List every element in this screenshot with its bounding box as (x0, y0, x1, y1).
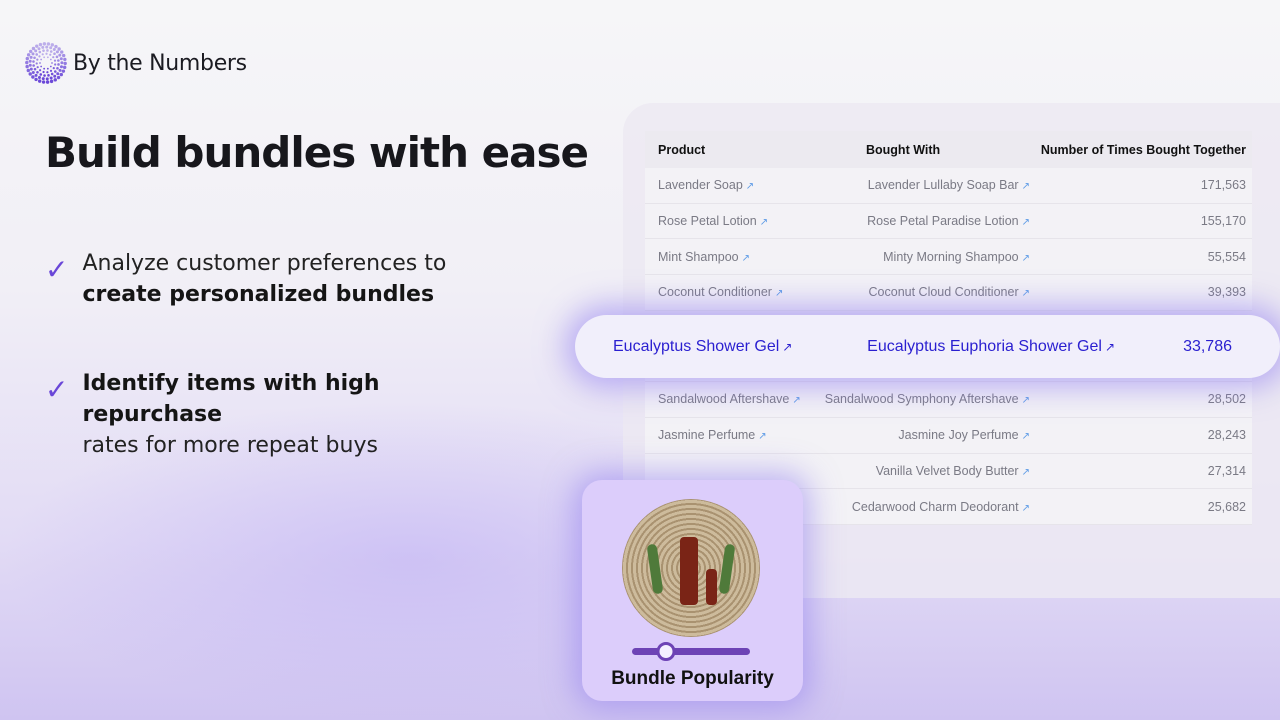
product-cell[interactable]: Sandalwood Aftershave ↗ (645, 392, 815, 406)
product-link[interactable]: Mint Shampoo (658, 250, 739, 264)
bought-with-link[interactable]: Jasmine Joy Perfume (898, 428, 1018, 442)
external-link-icon[interactable]: ↗ (775, 288, 783, 299)
card-label: Bundle Popularity (611, 668, 774, 689)
count-cell: 28,502 (1207, 392, 1246, 407)
bought-with-link[interactable]: Cedarwood Charm Deodorant (852, 500, 1019, 514)
external-link-icon[interactable]: ↗ (782, 340, 792, 354)
external-link-icon[interactable]: ↗ (1022, 181, 1030, 192)
table-row: Coconut Conditioner ↗ Coconut Cloud Condi… (645, 275, 1252, 311)
bought-with-cell[interactable]: Sandalwood Symphony Aftershave ↗ (815, 392, 1030, 406)
bought-with-cell[interactable]: Jasmine Joy Perfume ↗ (815, 428, 1030, 442)
external-link-icon[interactable]: ↗ (1022, 431, 1030, 442)
product-link[interactable]: Rose Petal Lotion (658, 214, 757, 228)
bought-with-cell[interactable]: Coconut Cloud Conditioner ↗ (815, 285, 1030, 299)
count-cell: 171,563 (1200, 178, 1246, 193)
brand-logo: By the Numbers (25, 41, 247, 85)
brand-name: By the Numbers (73, 50, 247, 76)
header-product: Product (658, 142, 706, 157)
external-link-icon[interactable]: ↗ (1022, 288, 1030, 299)
bullet-bold: Identify items with high repurchase (82, 371, 380, 427)
check-icon: ✓ (45, 373, 69, 406)
leaf-left (646, 543, 664, 595)
external-link-icon[interactable]: ↗ (758, 431, 766, 442)
logo-icon (25, 42, 67, 84)
product-link[interactable]: Eucalyptus Shower Gel (613, 338, 779, 355)
header-bought-with: Bought With (866, 142, 941, 157)
table-row: Rose Petal Lotion ↗ Rose Petal Paradise L… (645, 203, 1252, 240)
bought-with-cell[interactable]: Rose Petal Paradise Lotion ↗ (815, 214, 1030, 228)
bought-with-link[interactable]: Vanilla Velvet Body Butter (876, 464, 1019, 478)
header-count: Number of Times Bought Together (1040, 142, 1246, 157)
bought-with-cell[interactable]: Vanilla Velvet Body Butter ↗ (815, 464, 1030, 478)
count-cell: 39,393 (1207, 285, 1246, 300)
bought-with-link[interactable]: Eucalyptus Euphoria Shower Gel (867, 338, 1102, 355)
bought-with-link[interactable]: Rose Petal Paradise Lotion (867, 214, 1018, 228)
table-row: Jasmine Perfume ↗ Jasmine Joy Perfume ↗ 28… (645, 417, 1252, 454)
table-row: Sandalwood Aftershave ↗ Sandalwood Sympho… (645, 382, 1252, 418)
external-link-icon[interactable]: ↗ (742, 253, 750, 264)
product-cell[interactable]: Mint Shampoo ↗ (645, 250, 815, 264)
highlighted-count: 33,786 (1183, 337, 1232, 355)
count-cell: 28,243 (1207, 428, 1246, 443)
product-cell[interactable]: Coconut Conditioner ↗ (645, 285, 815, 299)
bought-with-cell[interactable]: Minty Morning Shampoo ↗ (815, 250, 1030, 264)
product-link[interactable]: Sandalwood Aftershave (658, 392, 789, 406)
product-link[interactable]: Coconut Conditioner (658, 285, 772, 299)
external-link-icon[interactable]: ↗ (1022, 217, 1030, 228)
product-photo (622, 499, 760, 637)
bought-with-link[interactable]: Lavender Lullaby Soap Bar (868, 178, 1019, 192)
bottle-small (706, 569, 717, 605)
headline: Build bundles with ease (45, 128, 589, 177)
external-link-icon[interactable]: ↗ (746, 181, 754, 192)
external-link-icon[interactable]: ↗ (1022, 467, 1030, 478)
bullet-1: ✓ Analyze customer preferences to create… (45, 248, 515, 310)
table-header: Product Bought With Number of Times Boug… (645, 131, 1252, 168)
product-link[interactable]: Lavender Soap (658, 178, 743, 192)
external-link-icon[interactable]: ↗ (1022, 503, 1030, 514)
bought-with-link[interactable]: Minty Morning Shampoo (883, 250, 1018, 264)
product-cell[interactable]: Rose Petal Lotion ↗ (645, 214, 815, 228)
bottle-large (680, 537, 698, 605)
product-cell[interactable]: Lavender Soap ↗ (645, 178, 815, 192)
bought-with-link[interactable]: Coconut Cloud Conditioner (869, 285, 1019, 299)
product-link[interactable]: Jasmine Perfume (658, 428, 755, 442)
bought-with-cell[interactable]: Cedarwood Charm Deodorant ↗ (815, 500, 1030, 514)
count-cell: 27,314 (1207, 463, 1246, 478)
external-link-icon[interactable]: ↗ (1022, 395, 1030, 406)
count-cell: 25,682 (1207, 499, 1246, 514)
bullet-text: rates for more repeat buys (82, 433, 378, 458)
popularity-slider[interactable] (632, 642, 750, 661)
count-cell: 155,170 (1200, 214, 1246, 229)
count-cell: 55,554 (1207, 249, 1246, 264)
bought-with-link[interactable]: Sandalwood Symphony Aftershave (825, 392, 1019, 406)
external-link-icon[interactable]: ↗ (792, 395, 800, 406)
external-link-icon[interactable]: ↗ (1105, 340, 1115, 354)
bullet-text: Analyze customer preferences to (82, 251, 447, 276)
external-link-icon[interactable]: ↗ (1022, 253, 1030, 264)
table-row: Mint Shampoo ↗ Minty Morning Shampoo ↗ 55,… (645, 239, 1252, 276)
bullet-2: ✓ Identify items with high repurchase ra… (45, 368, 515, 461)
bundle-popularity-card: Bundle Popularity (582, 480, 803, 701)
bullet-bold: create personalized bundles (82, 282, 435, 307)
leaf-right (718, 543, 736, 595)
slider-knob[interactable] (656, 642, 676, 661)
check-icon: ✓ (45, 253, 69, 286)
external-link-icon[interactable]: ↗ (760, 217, 768, 228)
product-cell[interactable]: Jasmine Perfume ↗ (645, 428, 815, 442)
highlighted-product[interactable]: Eucalyptus Shower Gel ↗ (575, 338, 835, 356)
highlighted-row[interactable]: Eucalyptus Shower Gel ↗ Eucalyptus Euphor… (575, 315, 1280, 378)
table-row: Lavender Soap ↗ Lavender Lullaby Soap Bar… (645, 168, 1252, 204)
highlighted-bought-with[interactable]: Eucalyptus Euphoria Shower Gel ↗ (835, 338, 1115, 356)
bought-with-cell[interactable]: Lavender Lullaby Soap Bar ↗ (815, 178, 1030, 192)
